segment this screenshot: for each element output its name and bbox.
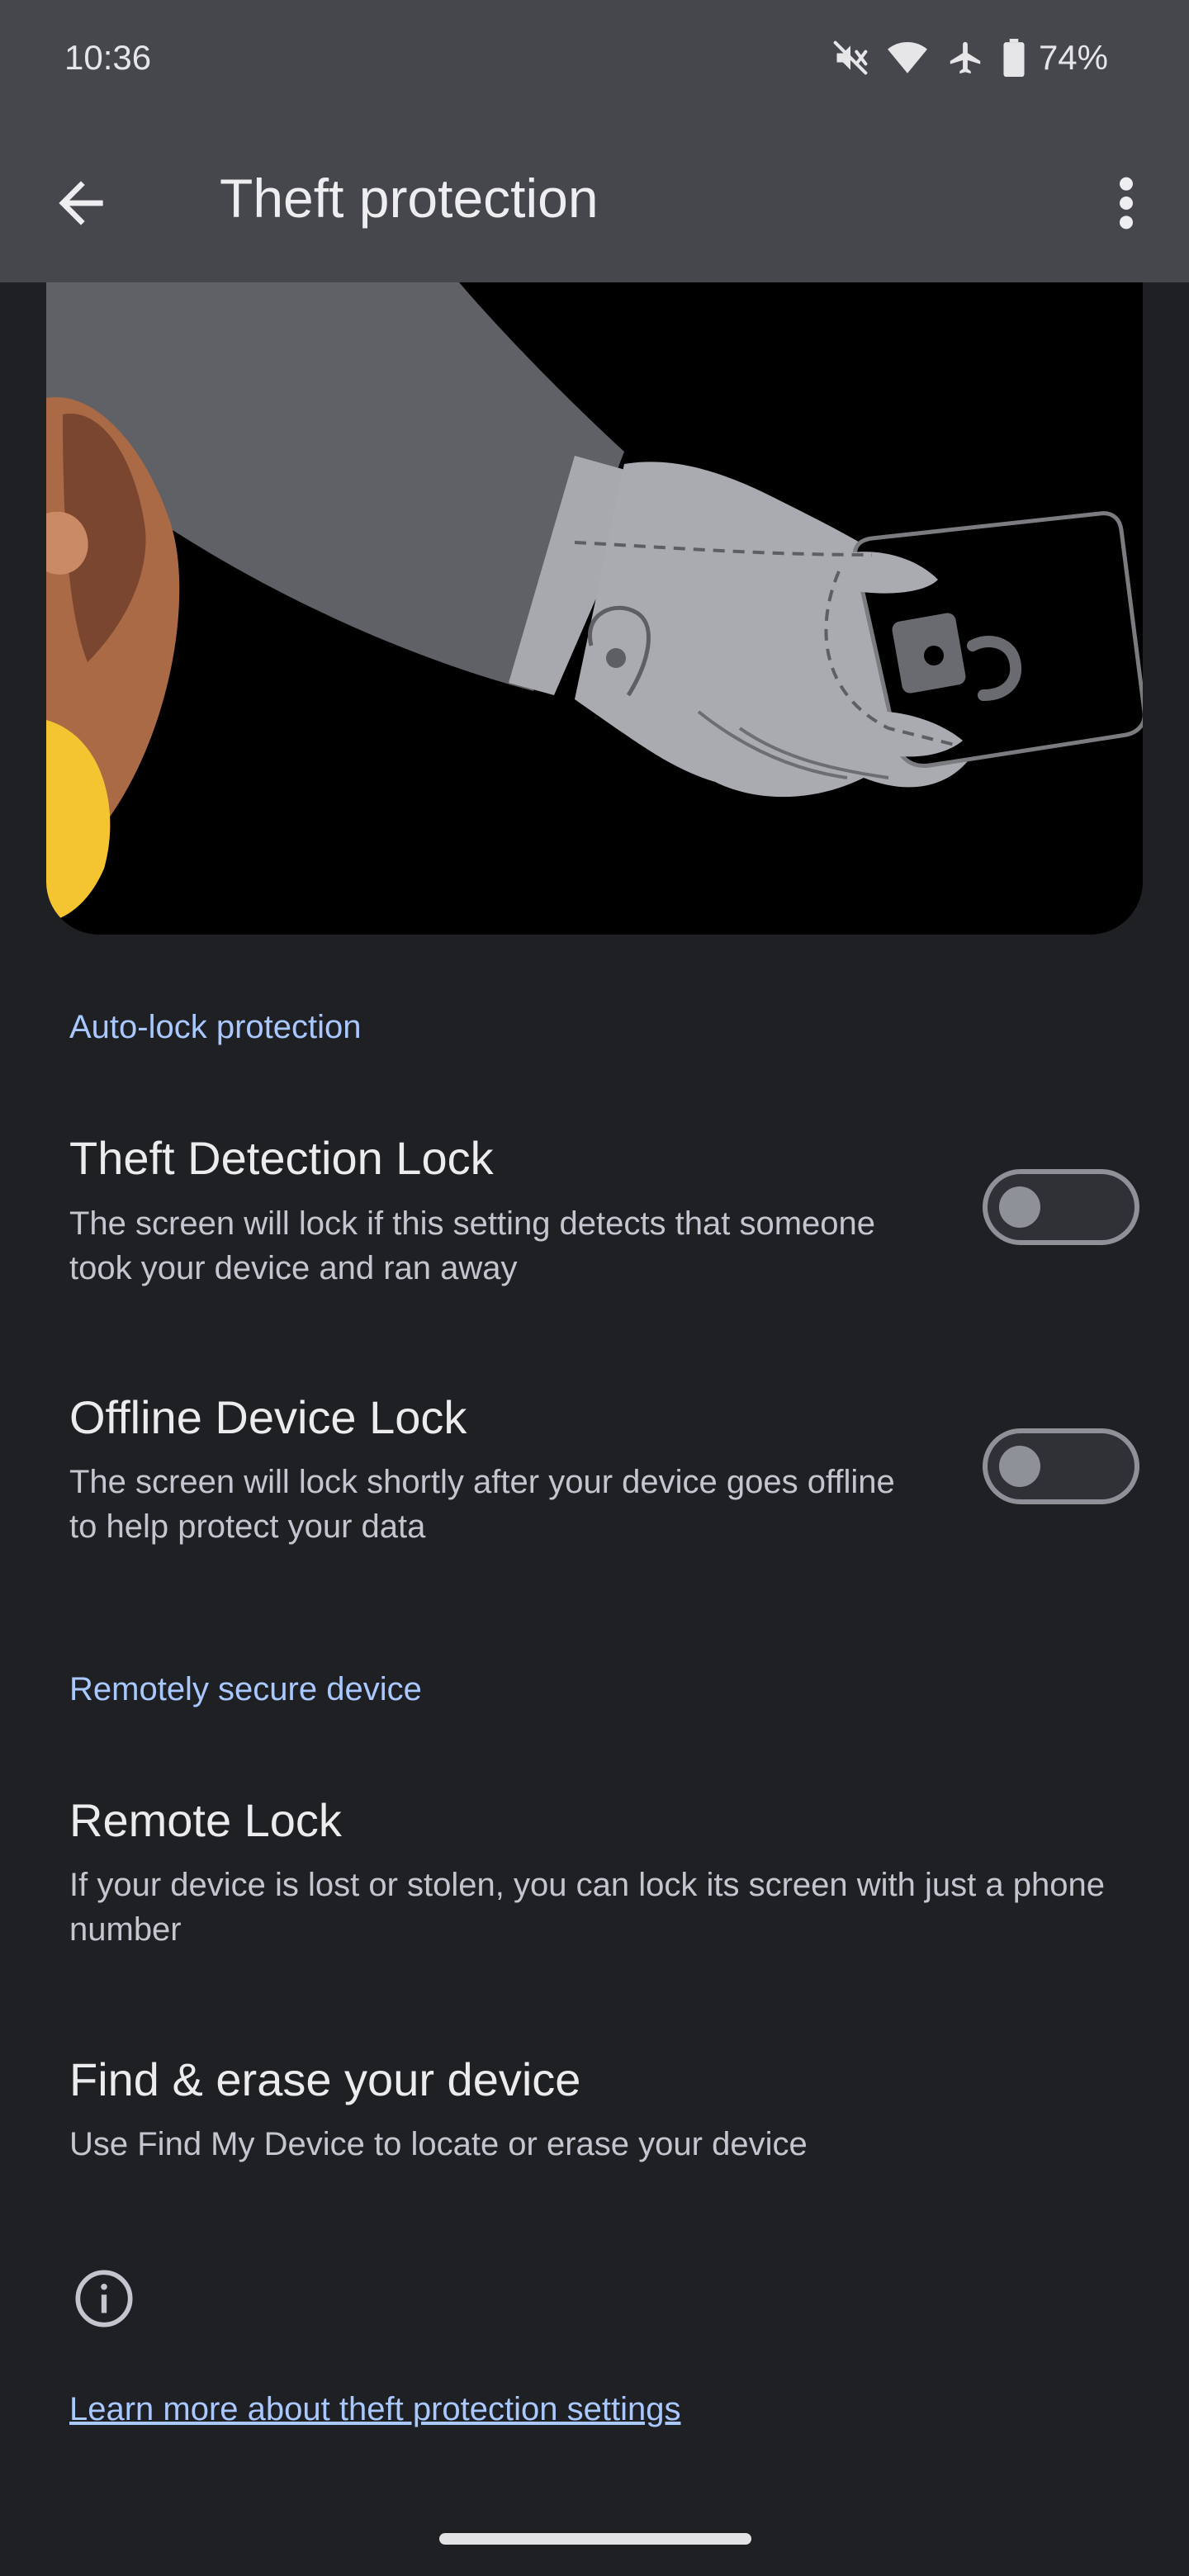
theft-illustration — [46, 282, 1143, 935]
back-button[interactable] — [48, 170, 114, 236]
home-indicator[interactable] — [439, 2533, 751, 2545]
item-summary: Use Find My Device to locate or erase yo… — [69, 2126, 808, 2162]
wifi-icon — [887, 41, 927, 73]
status-bar: 10:36 74% — [0, 0, 1189, 116]
item-title: Theft Detection Lock — [69, 1132, 494, 1184]
toggle-thumb — [999, 1446, 1040, 1487]
status-icons: 74% — [832, 33, 1108, 83]
mute-icon — [833, 40, 868, 75]
item-summary: If your device is lost or stolen, you ca… — [69, 1867, 1105, 1948]
thief-hand-illustration — [46, 282, 1143, 922]
offline-device-lock-toggle[interactable] — [983, 1428, 1139, 1504]
page-title: Theft protection — [220, 168, 599, 229]
battery-percent: 74% — [1038, 38, 1108, 77]
item-title: Find & erase your device — [69, 2053, 581, 2105]
more-options-button[interactable] — [1106, 170, 1146, 236]
item-summary: The screen will lock if this setting det… — [69, 1205, 876, 1286]
arrow-back-icon — [59, 181, 103, 225]
more-vert-icon — [1120, 177, 1133, 230]
status-time: 10:36 — [64, 38, 152, 77]
section-header-auto-lock: Auto-lock protection — [69, 1009, 362, 1045]
item-title: Offline Device Lock — [69, 1391, 467, 1443]
app-bar: Theft protection — [0, 116, 1189, 282]
battery-icon — [1003, 39, 1025, 77]
learn-more-link[interactable]: Learn more about theft protection settin… — [69, 2391, 680, 2428]
theft-detection-lock-toggle[interactable] — [983, 1169, 1139, 1245]
toggle-thumb — [999, 1186, 1040, 1228]
item-title: Remote Lock — [69, 1794, 342, 1846]
section-header-remote: Remotely secure device — [69, 1671, 422, 1707]
airplane-icon — [950, 41, 981, 74]
item-summary: The screen will lock shortly after your … — [69, 1464, 895, 1545]
info-icon — [75, 2270, 133, 2327]
